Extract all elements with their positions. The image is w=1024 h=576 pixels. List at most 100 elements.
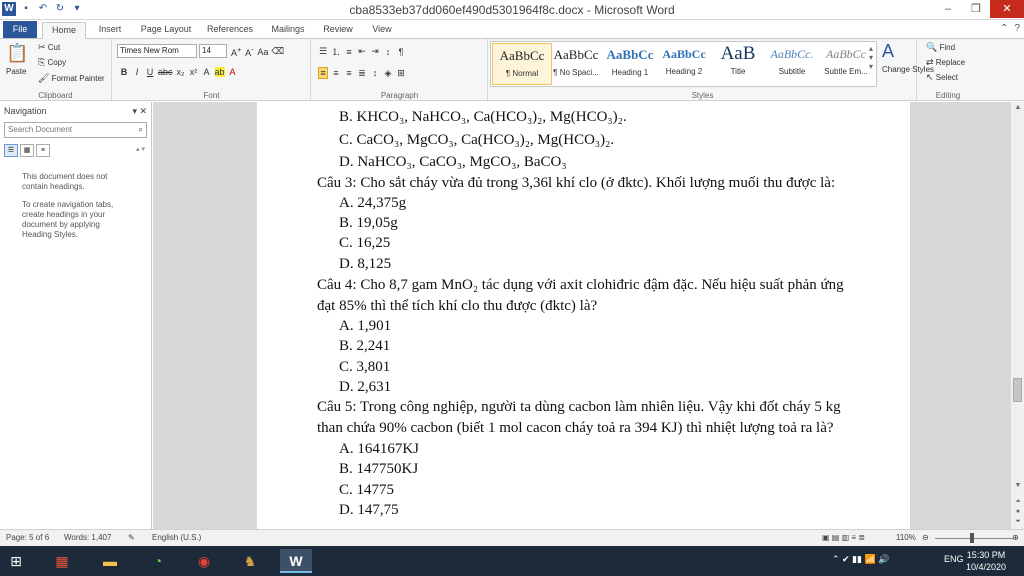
scroll-thumb[interactable] — [1013, 378, 1022, 402]
grow-font-icon[interactable]: A+ — [231, 45, 241, 58]
input-language[interactable]: ENG — [944, 554, 964, 564]
subscript-icon[interactable]: x₂ — [176, 67, 186, 77]
sort-icon[interactable]: ↕ — [383, 47, 393, 57]
title-bar: W ▪ ↶ ↻ ▾ cba8533eb37dd060ef490d5301964f… — [0, 0, 1024, 20]
text-effects-icon[interactable]: A — [202, 67, 212, 77]
tab-home[interactable]: Home — [42, 22, 86, 39]
font-name-select[interactable]: Times New Rom — [117, 44, 197, 58]
change-styles-icon[interactable]: A — [882, 41, 894, 62]
align-left-icon[interactable]: ≡ — [318, 67, 328, 79]
cut-button[interactable]: ✂ Cut — [38, 42, 60, 53]
document-page[interactable]: B. KHCO₃, NaHCO₃, Ca(HCO₃)₂, Mg(HCO₃)₂. … — [257, 102, 910, 529]
minimize-button[interactable]: – — [934, 0, 962, 18]
window-controls: – ❐ ✕ — [934, 0, 1024, 18]
justify-icon[interactable]: ≣ — [357, 68, 367, 79]
tab-review[interactable]: Review — [318, 22, 358, 39]
restore-button[interactable]: ❐ — [962, 0, 990, 18]
multilevel-list-icon[interactable]: ≡ — [344, 47, 354, 57]
view-buttons[interactable]: ▣ ▤ ▥ ≡ ≣ — [822, 533, 865, 542]
copy-button[interactable]: ⎘ Copy — [38, 57, 66, 68]
search-icon[interactable]: ⌕ — [139, 123, 143, 137]
numbering-icon[interactable]: ⒈ — [331, 45, 341, 58]
zoom-slider-thumb[interactable] — [970, 533, 974, 543]
increase-indent-icon[interactable]: ⇥ — [370, 46, 380, 57]
find-button[interactable]: 🔍 Find — [926, 42, 955, 53]
style-heading-1[interactable]: AaBbCc Heading 1 — [600, 43, 660, 85]
page-count[interactable]: Page: 5 of 6 — [6, 533, 49, 542]
nav-arrows-icon[interactable]: ▴ ▾ — [136, 144, 145, 157]
superscript-icon[interactable]: x² — [189, 67, 199, 77]
tab-page-layout[interactable]: Page Layout — [136, 22, 196, 39]
shrink-font-icon[interactable]: A- — [244, 45, 254, 58]
style-subtle-emphasis[interactable]: AaBbCc Subtle Em... — [816, 43, 876, 85]
style-title[interactable]: AaB Title — [708, 43, 768, 85]
word-taskbar-icon[interactable]: W — [280, 549, 312, 573]
help-icon[interactable]: ? — [1014, 23, 1020, 34]
next-page-icon[interactable]: ⏷ — [1011, 518, 1024, 526]
chrome-icon[interactable]: ◉ — [188, 549, 220, 573]
paste-button[interactable]: Paste — [6, 67, 26, 76]
strikethrough-icon[interactable]: abc — [158, 67, 173, 77]
format-painter-button[interactable]: 🖌 Format Painter — [38, 73, 105, 84]
nav-pane-controls[interactable]: ▾ ✕ — [132, 102, 147, 120]
tab-mailings[interactable]: Mailings — [264, 22, 312, 39]
doc-line: C. CaCO₃, MgCO₃, Ca(HCO₃)₂, Mg(HCO₃)₂. — [339, 132, 615, 148]
clear-format-icon[interactable]: ⌫ — [271, 46, 284, 57]
tray-icons[interactable]: ⌃ ✔ ▮▮ 📶 🔊 — [832, 554, 889, 565]
scroll-up-icon[interactable]: ▲ — [1011, 104, 1024, 111]
style-subtitle[interactable]: AaBbCc. Subtitle — [762, 43, 822, 85]
font-color-icon[interactable]: A — [228, 67, 238, 77]
bullets-icon[interactable]: ☰ — [318, 46, 328, 57]
styles-scroll-icon[interactable]: ▴ ▾ ▾ — [869, 44, 873, 71]
underline-icon[interactable]: U — [145, 67, 155, 77]
paste-icon[interactable]: 📋 — [6, 43, 28, 64]
results-view-icon[interactable]: ≡ — [36, 144, 50, 157]
zoom-level[interactable]: 110% — [896, 533, 916, 542]
select-button[interactable]: ↖ Select — [926, 72, 958, 83]
app-icon-3[interactable]: ◔ — [142, 549, 174, 573]
decrease-indent-icon[interactable]: ⇤ — [357, 46, 367, 57]
ribbon-right-controls: ⌃ ? — [1000, 23, 1020, 34]
align-right-icon[interactable]: ≡ — [344, 68, 354, 78]
windows-start-icon[interactable]: ⊞ — [0, 549, 32, 573]
search-document-input[interactable]: Search Document ⌕ — [4, 122, 147, 138]
tab-view[interactable]: View — [364, 22, 400, 39]
style-normal[interactable]: AaBbCc ¶ Normal — [492, 43, 552, 85]
minimize-ribbon-icon[interactable]: ⌃ — [1000, 23, 1008, 34]
change-case-icon[interactable]: Aa — [257, 47, 268, 57]
replace-button[interactable]: ⇄ Replace — [926, 57, 965, 68]
zoom-in-icon[interactable]: ⊕ — [1012, 533, 1019, 542]
scroll-down-icon[interactable]: ▼ — [1011, 482, 1024, 489]
headings-view-icon[interactable]: ☰ — [4, 144, 18, 157]
bold-icon[interactable]: B — [119, 67, 129, 77]
game-icon[interactable]: ♞ — [234, 549, 266, 573]
borders-icon[interactable]: ⊞ — [396, 68, 406, 79]
line-spacing-icon[interactable]: ↕ — [370, 68, 380, 78]
clock[interactable]: 15:30 PM 10/4/2020 — [966, 549, 1006, 573]
proofing-icon[interactable]: ✎ — [128, 533, 135, 542]
word-count[interactable]: Words: 1,407 — [64, 533, 111, 542]
shading-icon[interactable]: ◈ — [383, 68, 393, 79]
zoom-out-icon[interactable]: ⊖ — [922, 533, 929, 542]
pages-view-icon[interactable]: ▦ — [20, 144, 34, 157]
tab-insert[interactable]: Insert — [90, 22, 130, 39]
highlight-icon[interactable]: ab — [214, 67, 225, 77]
close-button[interactable]: ✕ — [990, 0, 1024, 18]
language-indicator[interactable]: English (U.S.) — [152, 533, 201, 542]
app-icon-1[interactable]: ▦ — [46, 549, 78, 573]
pilcrow-icon[interactable]: ¶ — [396, 47, 406, 57]
browse-object-icon[interactable]: ● — [1011, 508, 1024, 515]
tab-file[interactable]: File — [3, 21, 37, 38]
document-area: B. KHCO₃, NaHCO₃, Ca(HCO₃)₂, Mg(HCO₃)₂. … — [153, 102, 1010, 529]
zoom-slider[interactable] — [935, 538, 1013, 539]
vertical-scrollbar[interactable]: ▲ ▼ ⏶ ● ⏷ — [1010, 102, 1024, 529]
tab-references[interactable]: References — [202, 22, 258, 39]
doc-line: C. 14775 — [339, 482, 395, 498]
font-size-select[interactable]: 14 — [199, 44, 227, 58]
italic-icon[interactable]: I — [132, 67, 142, 77]
align-center-icon[interactable]: ≡ — [331, 68, 341, 78]
style-heading-2[interactable]: AaBbCc Heading 2 — [654, 43, 714, 85]
file-explorer-icon[interactable]: ▬ — [94, 549, 126, 573]
prev-page-icon[interactable]: ⏶ — [1011, 498, 1024, 506]
style-no-spacing[interactable]: AaBbCc ¶ No Spaci... — [546, 43, 606, 85]
